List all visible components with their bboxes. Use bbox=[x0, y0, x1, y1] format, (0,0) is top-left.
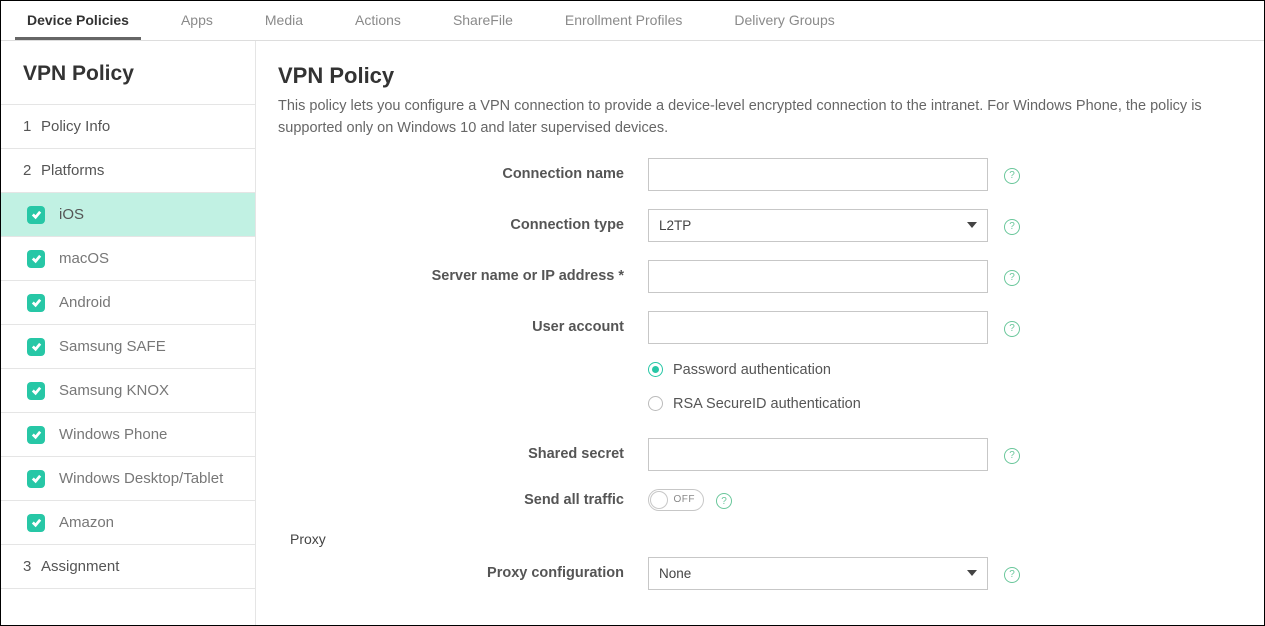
tab-sharefile[interactable]: ShareFile bbox=[427, 1, 539, 40]
radio-rsa-auth[interactable] bbox=[648, 396, 663, 411]
main-pane: VPN Policy This policy lets you configur… bbox=[256, 41, 1264, 625]
row-connection-name: Connection name ? bbox=[278, 158, 1256, 191]
sidebar-item-windows-desktop[interactable]: Windows Desktop/Tablet bbox=[1, 457, 255, 501]
shared-secret-input[interactable] bbox=[648, 438, 988, 471]
checkbox-icon[interactable] bbox=[27, 470, 45, 488]
row-proxy-config: Proxy configuration None ? bbox=[278, 557, 1256, 590]
toggle-state: OFF bbox=[674, 494, 696, 505]
radio-password-auth[interactable] bbox=[648, 362, 663, 377]
sidebar-item-label: macOS bbox=[59, 250, 109, 267]
proxy-section-label: Proxy bbox=[290, 531, 1256, 547]
proxy-config-select[interactable]: None bbox=[648, 557, 988, 590]
row-auth-rsa: RSA SecureID authentication bbox=[278, 396, 1256, 412]
help-icon[interactable]: ? bbox=[1004, 168, 1020, 184]
sidebar-item-samsung-knox[interactable]: Samsung KNOX bbox=[1, 369, 255, 413]
send-all-traffic-toggle[interactable]: OFF bbox=[648, 489, 704, 511]
select-value: None bbox=[659, 566, 691, 581]
sidebar-step-policy-info[interactable]: 1 Policy Info bbox=[1, 105, 255, 149]
row-server: Server name or IP address * ? bbox=[278, 260, 1256, 293]
step-label: Platforms bbox=[41, 162, 104, 179]
label-server: Server name or IP address * bbox=[278, 268, 648, 284]
help-icon[interactable]: ? bbox=[1004, 567, 1020, 583]
step-label: Policy Info bbox=[41, 118, 110, 135]
select-value: L2TP bbox=[659, 218, 691, 233]
step-number: 3 bbox=[23, 558, 41, 575]
sidebar-step-assignment[interactable]: 3 Assignment bbox=[1, 545, 255, 589]
tab-delivery-groups[interactable]: Delivery Groups bbox=[708, 1, 860, 40]
chevron-down-icon bbox=[967, 222, 977, 228]
label-connection-name: Connection name bbox=[278, 166, 648, 182]
label-send-all: Send all traffic bbox=[278, 492, 648, 508]
help-icon[interactable]: ? bbox=[1004, 321, 1020, 337]
step-label: Assignment bbox=[41, 558, 119, 575]
tab-media[interactable]: Media bbox=[239, 1, 329, 40]
connection-type-select[interactable]: L2TP bbox=[648, 209, 988, 242]
tab-enrollment-profiles[interactable]: Enrollment Profiles bbox=[539, 1, 709, 40]
sidebar: VPN Policy 1 Policy Info 2 Platforms iOS… bbox=[1, 41, 256, 625]
help-icon[interactable]: ? bbox=[1004, 270, 1020, 286]
sidebar-item-samsung-safe[interactable]: Samsung SAFE bbox=[1, 325, 255, 369]
step-number: 1 bbox=[23, 118, 41, 135]
user-account-input[interactable] bbox=[648, 311, 988, 344]
sidebar-step-platforms[interactable]: 2 Platforms bbox=[1, 149, 255, 193]
help-icon[interactable]: ? bbox=[716, 493, 732, 509]
sidebar-item-label: Windows Desktop/Tablet bbox=[59, 470, 223, 487]
sidebar-item-windows-phone[interactable]: Windows Phone bbox=[1, 413, 255, 457]
help-icon[interactable]: ? bbox=[1004, 448, 1020, 464]
radio-label: Password authentication bbox=[673, 362, 831, 378]
sidebar-item-macos[interactable]: macOS bbox=[1, 237, 255, 281]
label-proxy-config: Proxy configuration bbox=[278, 565, 648, 581]
connection-name-input[interactable] bbox=[648, 158, 988, 191]
chevron-down-icon bbox=[967, 570, 977, 576]
row-auth-password: Password authentication bbox=[278, 362, 1256, 378]
sidebar-title: VPN Policy bbox=[1, 41, 255, 105]
toggle-knob bbox=[650, 491, 668, 509]
sidebar-item-label: Samsung SAFE bbox=[59, 338, 166, 355]
top-nav: Device Policies Apps Media Actions Share… bbox=[1, 1, 1264, 41]
label-user-account: User account bbox=[278, 319, 648, 335]
sidebar-item-label: Samsung KNOX bbox=[59, 382, 169, 399]
checkbox-icon[interactable] bbox=[27, 294, 45, 312]
sidebar-item-label: Amazon bbox=[59, 514, 114, 531]
checkbox-icon[interactable] bbox=[27, 250, 45, 268]
checkbox-icon[interactable] bbox=[27, 426, 45, 444]
tab-device-policies[interactable]: Device Policies bbox=[15, 1, 141, 40]
tab-actions[interactable]: Actions bbox=[329, 1, 427, 40]
server-input[interactable] bbox=[648, 260, 988, 293]
row-user-account: User account ? bbox=[278, 311, 1256, 344]
page-description: This policy lets you configure a VPN con… bbox=[278, 95, 1256, 140]
checkbox-icon[interactable] bbox=[27, 382, 45, 400]
label-connection-type: Connection type bbox=[278, 217, 648, 233]
sidebar-item-label: Android bbox=[59, 294, 111, 311]
row-send-all-traffic: Send all traffic OFF ? bbox=[278, 489, 1256, 511]
page-title: VPN Policy bbox=[278, 63, 1256, 89]
sidebar-item-label: Windows Phone bbox=[59, 426, 167, 443]
row-connection-type: Connection type L2TP ? bbox=[278, 209, 1256, 242]
row-shared-secret: Shared secret ? bbox=[278, 438, 1256, 471]
sidebar-item-label: iOS bbox=[59, 206, 84, 223]
label-shared-secret: Shared secret bbox=[278, 446, 648, 462]
checkbox-icon[interactable] bbox=[27, 338, 45, 356]
sidebar-item-ios[interactable]: iOS bbox=[1, 193, 255, 237]
help-icon[interactable]: ? bbox=[1004, 219, 1020, 235]
sidebar-item-amazon[interactable]: Amazon bbox=[1, 501, 255, 545]
checkbox-icon[interactable] bbox=[27, 514, 45, 532]
step-number: 2 bbox=[23, 162, 41, 179]
tab-apps[interactable]: Apps bbox=[155, 1, 239, 40]
sidebar-item-android[interactable]: Android bbox=[1, 281, 255, 325]
radio-label: RSA SecureID authentication bbox=[673, 396, 861, 412]
checkbox-icon[interactable] bbox=[27, 206, 45, 224]
